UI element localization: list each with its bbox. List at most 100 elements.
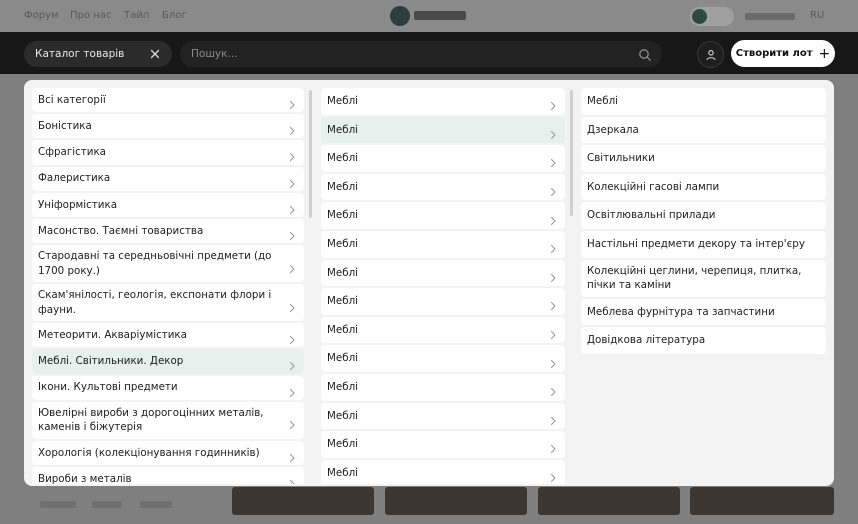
leaf-category-item[interactable]: Меблева фурнітура та запчастини bbox=[581, 298, 826, 326]
toggle-knob bbox=[692, 9, 707, 24]
subcategory-item-label: Меблі bbox=[327, 466, 359, 479]
search-bar bbox=[180, 41, 662, 67]
chevron-right-icon bbox=[288, 330, 296, 345]
category-item[interactable]: Ювелірні вироби з дорогоцінних металів, … bbox=[32, 401, 304, 439]
subcategory-item[interactable]: Меблі bbox=[321, 145, 565, 172]
theme-toggle[interactable] bbox=[690, 7, 734, 26]
subcategory-item-label: Меблі bbox=[327, 123, 359, 136]
leaf-category-item[interactable]: Світильники bbox=[581, 145, 826, 172]
catalog-dropdown: Всі категорії Боністика Сфрагістика Фалерис… bbox=[24, 80, 834, 486]
subcategory-item[interactable]: Меблі bbox=[321, 173, 565, 201]
user-profile-button[interactable] bbox=[697, 41, 724, 68]
subcategory-item-label: Меблі bbox=[327, 380, 359, 393]
create-lot-label: Створити лот bbox=[735, 48, 813, 59]
top-navigation: Форум Про нас Тайп Блог RU bbox=[0, 0, 858, 32]
background-filter-chip bbox=[140, 501, 172, 508]
category-item-label: Метеорити. Акваріумістика bbox=[38, 328, 187, 341]
subcategory-item-label: Меблі bbox=[327, 95, 359, 108]
leaf-category-item[interactable]: Освітлювальні прилади bbox=[581, 202, 826, 229]
subcategory-item[interactable]: Меблі bbox=[321, 431, 565, 458]
category-item-label: Боністика bbox=[38, 120, 92, 133]
subcategory-item[interactable]: Меблі bbox=[321, 373, 565, 401]
category-item[interactable]: Ікони. Культові предмети bbox=[32, 375, 304, 400]
nav-link-forum[interactable]: Форум bbox=[24, 10, 59, 21]
subcategory-item[interactable]: Меблі bbox=[321, 459, 565, 484]
user-icon bbox=[705, 49, 716, 60]
subcategory-item[interactable]: Меблі bbox=[321, 116, 565, 144]
create-lot-button[interactable]: Створити лот + bbox=[731, 40, 835, 67]
leaf-category-item-label: Настільні предмети декору та інтер'єру bbox=[587, 238, 805, 251]
subcategory-item[interactable]: Меблі bbox=[321, 288, 565, 315]
leaf-category-item[interactable]: Колекційні цеглини, черепиця, плитка, пі… bbox=[581, 259, 826, 297]
subcategory-item[interactable]: Меблі bbox=[321, 259, 565, 287]
category-item[interactable]: Уніформістика bbox=[32, 192, 304, 217]
category-column[interactable]: Всі категорії Боністика Сфрагістика Фалерис… bbox=[32, 88, 304, 484]
subcategory-item-label: Меблі bbox=[327, 323, 359, 336]
category-item[interactable]: Хорологія (колекціонування годинників) bbox=[32, 440, 304, 465]
category-item[interactable]: Всі категорії bbox=[32, 88, 304, 113]
chevron-right-icon bbox=[288, 474, 296, 484]
category-item-label: Хорологія (колекціонування годинників) bbox=[38, 446, 260, 459]
subcategory-item[interactable]: Меблі bbox=[321, 402, 565, 430]
subcategory-item[interactable]: Меблі bbox=[321, 316, 565, 344]
chevron-right-icon bbox=[549, 125, 557, 139]
leaf-category-item[interactable]: Настільні предмети декору та інтер'єру bbox=[581, 230, 826, 258]
search-icon[interactable] bbox=[638, 47, 652, 61]
leaf-category-item-label: Світильники bbox=[587, 152, 655, 165]
background-lot-thumbnail bbox=[538, 487, 680, 515]
leaf-category-item-label: Довідкова література bbox=[587, 334, 706, 347]
category-item[interactable]: Вироби з металів bbox=[32, 466, 304, 484]
subcategory-scrollbar[interactable] bbox=[570, 90, 573, 216]
subcategory-item[interactable]: Меблі bbox=[321, 230, 565, 258]
language-selector[interactable]: RU bbox=[810, 10, 824, 21]
category-item[interactable]: Стародавні та середньовічні предмети (до… bbox=[32, 245, 304, 283]
leaf-category-item[interactable]: Меблі bbox=[581, 88, 826, 115]
category-item-label: Меблі. Світильники. Декор bbox=[38, 355, 184, 368]
background-lot-thumbnail bbox=[690, 487, 834, 515]
category-item[interactable]: Боністика bbox=[32, 114, 304, 139]
close-icon[interactable] bbox=[148, 47, 162, 61]
subcategory-item-label: Меблі bbox=[327, 209, 359, 222]
category-item[interactable]: Меблі. Світильники. Декор bbox=[32, 349, 304, 374]
subcategory-item[interactable]: Меблі bbox=[321, 88, 565, 115]
background-filter-chip bbox=[92, 501, 122, 508]
chevron-right-icon bbox=[549, 211, 557, 225]
category-item-label: Всі категорії bbox=[38, 93, 106, 106]
background-filter-chip bbox=[40, 501, 76, 508]
category-item[interactable]: Сфрагістика bbox=[32, 140, 304, 165]
site-logo[interactable] bbox=[390, 6, 470, 26]
background-lot-thumbnail bbox=[232, 487, 374, 515]
category-item-label: Скам'янілості, геологія, експонати флори… bbox=[38, 289, 272, 316]
category-item-label: Уніформістика bbox=[38, 198, 118, 211]
nav-link-blog[interactable]: Блог bbox=[162, 10, 187, 21]
category-item[interactable]: Масонство. Таємні товариства bbox=[32, 218, 304, 244]
account-link[interactable] bbox=[745, 13, 795, 20]
leaf-category-column[interactable]: Меблі Дзеркала Світильники Колекційні гасов… bbox=[581, 88, 826, 484]
leaf-category-item-label: Освітлювальні прилади bbox=[587, 209, 716, 222]
background-lot-thumbnail bbox=[385, 487, 527, 515]
nav-link-type[interactable]: Тайп bbox=[124, 10, 149, 21]
chevron-right-icon bbox=[549, 182, 557, 197]
chevron-right-icon bbox=[549, 153, 557, 168]
search-input[interactable] bbox=[191, 48, 611, 60]
category-item[interactable]: Фалеристика bbox=[32, 166, 304, 191]
leaf-category-item[interactable]: Дзеркала bbox=[581, 116, 826, 144]
subcategory-item-label: Меблі bbox=[327, 180, 359, 193]
logo-mark-icon bbox=[390, 6, 410, 26]
chevron-right-icon bbox=[549, 96, 557, 111]
nav-link-about[interactable]: Про нас bbox=[70, 10, 111, 21]
leaf-category-item[interactable]: Довідкова література bbox=[581, 327, 826, 354]
leaf-category-item[interactable]: Колекційні гасові лампи bbox=[581, 173, 826, 201]
chevron-right-icon bbox=[549, 382, 557, 397]
subcategory-column[interactable]: Меблі Меблі Меблі Меблі Меблі Меблі Меблі Меблі… bbox=[321, 88, 565, 484]
category-item-label: Вироби з металів bbox=[38, 472, 132, 484]
category-item-label: Фалеристика bbox=[38, 172, 111, 185]
chevron-right-icon bbox=[549, 468, 557, 483]
subcategory-item[interactable]: Меблі bbox=[321, 345, 565, 372]
category-scrollbar[interactable] bbox=[309, 90, 312, 218]
catalog-button[interactable]: Каталог товарів bbox=[24, 41, 172, 67]
category-item[interactable]: Скам'янілості, геологія, експонати флори… bbox=[32, 284, 304, 322]
chevron-right-icon bbox=[288, 298, 296, 312]
subcategory-item[interactable]: Меблі bbox=[321, 202, 565, 229]
category-item[interactable]: Метеорити. Акваріумістика bbox=[32, 323, 304, 348]
